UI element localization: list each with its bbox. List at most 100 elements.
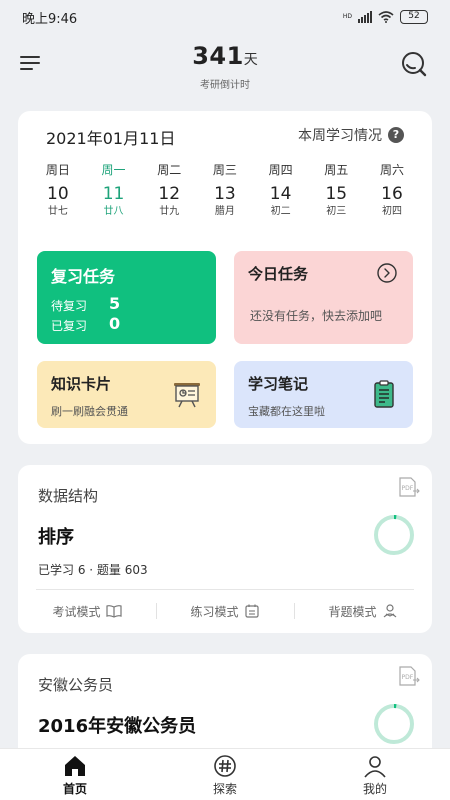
signal-icon xyxy=(358,11,372,23)
calendar-day[interactable]: 周一 11 廿八 xyxy=(86,161,142,219)
countdown-label: 考研倒计时 xyxy=(200,80,250,91)
progress-ring xyxy=(374,515,414,555)
home-icon xyxy=(65,756,85,776)
status-icons: HD 52 xyxy=(343,10,428,24)
progress-ring xyxy=(374,704,414,744)
day-name: 周二 xyxy=(157,163,182,177)
search-icon[interactable] xyxy=(400,50,428,78)
day-num: 14 xyxy=(269,184,292,204)
nav-home-label: 首页 xyxy=(62,782,87,796)
day-name: 周一 xyxy=(101,163,126,177)
day-name: 周日 xyxy=(45,163,70,177)
network-type: HD xyxy=(342,13,352,20)
week-strip: 周日 10 廿七 周一 11 廿八 周二 12 廿九 周三 13 腊月 周四 14 初二 周五 15 初三 周六 16… xyxy=(30,161,420,219)
pdf-export-icon[interactable]: PDF xyxy=(398,666,420,686)
memorize-mode-label: 背题模式 xyxy=(328,604,377,619)
practice-mode-button[interactable]: 练习模式 xyxy=(156,597,294,625)
knowledge-cards-title: 知识卡片 xyxy=(51,375,112,393)
pending-review-label: 待复习 xyxy=(51,299,88,313)
day-lunar: 廿七 xyxy=(47,206,68,217)
memorize-mode-button[interactable]: 背题模式 xyxy=(294,597,432,625)
practice-mode-label: 练习模式 xyxy=(190,604,239,619)
bottom-nav: 首页 探索 我的 xyxy=(0,748,450,800)
nav-profile[interactable]: 我的 xyxy=(300,749,450,800)
day-name: 周三 xyxy=(212,163,237,177)
done-review-label: 已复习 xyxy=(51,319,88,333)
svg-text:PDF: PDF xyxy=(402,485,414,492)
calendar-card: 2021年01月11日 本周学习情况 ? 周日 10 廿七 周一 11 廿八 周二 12 廿九周… xyxy=(18,111,432,444)
nav-explore-label: 探索 xyxy=(212,782,237,796)
study-notes-title: 学习笔记 xyxy=(248,375,309,393)
exam-mode-label: 考试模式 xyxy=(52,604,101,619)
knowledge-cards-subtitle: 刷一刷融会贯通 xyxy=(51,405,128,418)
day-lunar: 初三 xyxy=(326,206,347,217)
day-name: 周六 xyxy=(379,163,404,177)
countdown-unit: 天 xyxy=(243,52,258,68)
reader-person-icon xyxy=(383,604,396,618)
day-lunar: 腊月 xyxy=(214,206,235,217)
done-review-count: 0 xyxy=(109,314,121,333)
today-task-tile[interactable]: 今日任务 还没有任务，快去添加吧 xyxy=(234,251,413,344)
day-num: 12 xyxy=(158,184,181,204)
course-stats: 已学习 6 · 题量 603 xyxy=(38,563,148,577)
calendar-list-icon xyxy=(244,604,259,618)
day-lunar: 廿九 xyxy=(159,206,180,217)
calendar-day[interactable]: 周四 14 初二 xyxy=(253,161,309,219)
status-time: 晚上9:46 xyxy=(22,11,78,27)
review-task-tile[interactable]: 复习任务 待复习 5 已复习 0 xyxy=(37,251,216,344)
weekly-study-label: 本周学习情况 xyxy=(298,128,382,144)
day-name: 周五 xyxy=(324,163,349,177)
help-icon[interactable]: ? xyxy=(388,127,404,143)
day-num: 10 xyxy=(47,184,69,204)
course-card[interactable]: 数据结构 PDF 排序 已学习 6 · 题量 603 考试模式 练习模式 背题模… xyxy=(18,465,432,633)
day-lunar: 廿八 xyxy=(103,206,124,217)
day-name: 周四 xyxy=(268,163,293,177)
day-num: 13 xyxy=(214,184,236,204)
divider xyxy=(36,589,414,590)
calendar-day[interactable]: 周日 10 廿七 xyxy=(30,161,86,219)
done-review-row: 已复习 0 xyxy=(51,314,120,334)
current-date: 2021年01月11日 xyxy=(46,129,176,148)
chevron-right-circle-icon[interactable] xyxy=(377,263,397,283)
calendar-day[interactable]: 周五 15 初三 xyxy=(308,161,364,219)
nav-explore[interactable]: 探索 xyxy=(150,749,300,800)
pdf-export-icon[interactable]: PDF xyxy=(398,477,420,497)
study-notes-subtitle: 宝藏都在这里啦 xyxy=(248,405,325,418)
course-category: 安徽公务员 xyxy=(38,676,114,694)
nav-home[interactable]: 首页 xyxy=(0,749,150,800)
day-num: 16 xyxy=(381,184,403,204)
knowledge-cards-tile[interactable]: 知识卡片 刷一刷融会贯通 xyxy=(37,361,216,428)
weekly-study-link[interactable]: 本周学习情况 ? xyxy=(298,125,404,145)
review-task-title: 复习任务 xyxy=(51,267,116,286)
presentation-board-icon xyxy=(172,379,202,409)
course-name: 2016年安徽公务员 xyxy=(38,716,197,737)
app-header: 341天 考研倒计时 xyxy=(0,34,450,104)
exam-mode-button[interactable]: 考试模式 xyxy=(18,597,156,625)
study-notes-tile[interactable]: 学习笔记 宝藏都在这里啦 xyxy=(234,361,413,428)
day-lunar: 初二 xyxy=(270,206,291,217)
pending-review-row: 待复习 5 xyxy=(51,294,120,314)
today-task-title: 今日任务 xyxy=(248,265,309,283)
countdown-days: 341 xyxy=(192,42,244,70)
nav-profile-label: 我的 xyxy=(362,782,387,796)
clipboard-icon xyxy=(369,379,399,409)
day-num: 11 xyxy=(102,184,125,204)
status-bar: 晚上9:46 HD 52 xyxy=(0,0,450,34)
profile-icon xyxy=(364,756,386,778)
calendar-day[interactable]: 周二 12 廿九 xyxy=(141,161,197,219)
today-task-subtitle: 还没有任务，快去添加吧 xyxy=(250,309,383,323)
battery-icon: 52 xyxy=(400,10,428,24)
calendar-day[interactable]: 周三 13 腊月 xyxy=(197,161,253,219)
explore-hash-icon xyxy=(214,755,236,777)
course-name: 排序 xyxy=(38,527,74,548)
pending-review-count: 5 xyxy=(109,294,121,313)
mode-row: 考试模式 练习模式 背题模式 xyxy=(18,597,432,625)
svg-text:PDF: PDF xyxy=(402,674,414,681)
day-num: 15 xyxy=(325,184,348,204)
calendar-day[interactable]: 周六 16 初四 xyxy=(364,161,420,219)
wifi-icon xyxy=(378,11,394,23)
exam-countdown: 341天 xyxy=(0,42,450,70)
course-category: 数据结构 xyxy=(38,487,99,505)
book-icon xyxy=(105,605,122,618)
day-lunar: 初四 xyxy=(381,206,402,217)
